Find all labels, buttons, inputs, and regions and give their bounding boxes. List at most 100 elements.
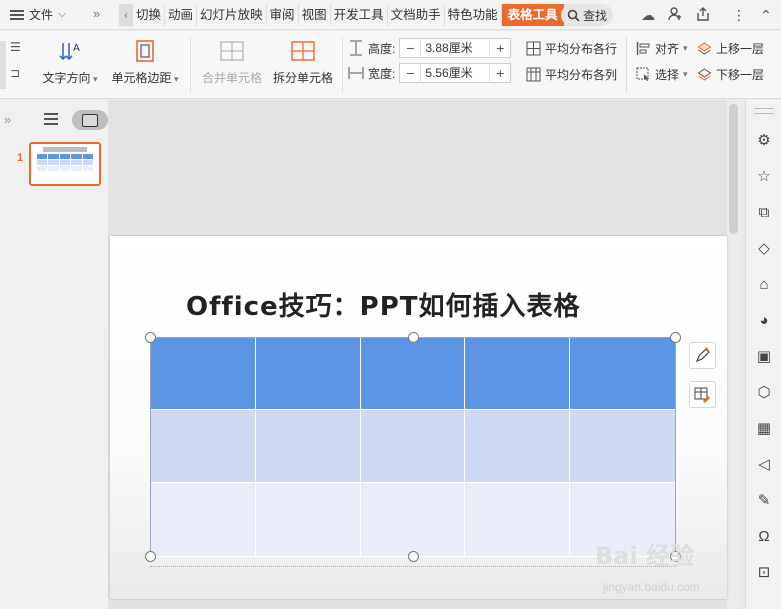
- height-decrease-button[interactable]: −: [400, 39, 420, 57]
- expand-tabs-icon[interactable]: »: [93, 6, 100, 21]
- table-cell[interactable]: [151, 410, 256, 483]
- resize-handle-top[interactable]: [408, 332, 419, 343]
- width-increase-button[interactable]: +: [490, 64, 510, 82]
- height-increase-button[interactable]: +: [490, 39, 510, 57]
- bring-forward-button[interactable]: 上移一层: [697, 40, 764, 57]
- tab-developer[interactable]: 开发工具: [331, 4, 388, 26]
- table-cell[interactable]: [255, 483, 361, 557]
- height-input[interactable]: 3.88厘米: [420, 39, 491, 57]
- table-cell[interactable]: [465, 483, 571, 557]
- hexagon-icon[interactable]: ⬡: [755, 384, 773, 402]
- palette-icon[interactable]: ◕: [755, 312, 773, 330]
- title-tab-bar: 文件 ⌵ » ‹ 切换 动画 幻灯片放映 审阅 视图 开发工具 文档助手 特色功…: [0, 0, 781, 30]
- expand-panel-icon[interactable]: »: [4, 112, 11, 127]
- table-header-cell[interactable]: [151, 338, 256, 410]
- tab-special-features[interactable]: 特色功能: [445, 4, 502, 26]
- ribbon-separator: [626, 37, 627, 93]
- distribute-cols-button[interactable]: 平均分布各列: [526, 66, 617, 83]
- edit-icon[interactable]: ✎: [755, 492, 773, 510]
- user-add-icon[interactable]: [666, 6, 684, 24]
- adjust-icon[interactable]: ⚙: [755, 132, 773, 150]
- tab-transitions[interactable]: 切换: [133, 4, 166, 26]
- search-button[interactable]: 查找: [561, 4, 613, 26]
- table-edit-button[interactable]: [689, 381, 716, 408]
- paragraph-icon[interactable]: ☰: [10, 40, 21, 54]
- omega-icon[interactable]: Ω: [755, 528, 773, 546]
- slide-thumbnail[interactable]: [29, 142, 101, 186]
- table-cell[interactable]: [255, 410, 361, 483]
- text-box-icon[interactable]: ⊐: [10, 66, 20, 80]
- search-icon: [567, 9, 580, 22]
- slide-panel: » 1: [0, 100, 109, 609]
- collapse-ribbon-icon[interactable]: ⌃: [757, 6, 775, 24]
- align-button[interactable]: 对齐 ▾: [636, 40, 688, 57]
- tab-scroll-left-icon[interactable]: ‹: [119, 4, 133, 26]
- caret-icon: ▾: [90, 74, 98, 84]
- tab-review[interactable]: 审阅: [267, 4, 299, 26]
- tab-slideshow[interactable]: 幻灯片放映: [197, 4, 267, 26]
- image-icon[interactable]: ▣: [755, 348, 773, 366]
- table-cell[interactable]: [570, 410, 675, 483]
- width-control: 宽度: − 5.56厘米 +: [348, 63, 512, 83]
- transition-icon[interactable]: ⧉: [755, 204, 773, 222]
- table-style-button[interactable]: [689, 342, 716, 369]
- slide-title[interactable]: Office技巧：PPT如何插入表格: [186, 286, 581, 323]
- merge-cells-button[interactable]: 合并单元格: [200, 39, 264, 86]
- table-header-cell[interactable]: [570, 338, 675, 410]
- thumbnail-title: [43, 147, 87, 152]
- table-icon[interactable]: ▦: [755, 420, 773, 438]
- outline-view-icon[interactable]: [44, 113, 58, 125]
- split-cells-button[interactable]: 拆分单元格: [271, 39, 335, 86]
- merge-cells-label: 合并单元格: [201, 71, 262, 85]
- table-cell[interactable]: [360, 483, 466, 557]
- more-options-icon[interactable]: ⋮: [730, 6, 748, 24]
- pen-icon: [695, 347, 710, 363]
- width-stepper[interactable]: − 5.56厘米 +: [399, 63, 512, 83]
- table-cell[interactable]: [360, 410, 466, 483]
- width-label: 宽度:: [368, 66, 396, 81]
- table-header-cell[interactable]: [255, 338, 361, 410]
- resize-handle-top-left[interactable]: [145, 332, 156, 343]
- distribute-rows-button[interactable]: 平均分布各行: [526, 40, 617, 57]
- table-cell[interactable]: [465, 410, 571, 483]
- file-menu-button[interactable]: 文件 ⌵: [10, 6, 66, 23]
- send-backward-button[interactable]: 下移一层: [697, 66, 764, 83]
- resize-handle-bottom-left[interactable]: [145, 551, 156, 562]
- table-header-cell[interactable]: [360, 338, 466, 410]
- table-header-cell[interactable]: [465, 338, 571, 410]
- vertical-scrollbar[interactable]: [727, 100, 740, 609]
- bring-forward-label: 上移一层: [716, 42, 765, 56]
- collapse-sidebar-icon[interactable]: [754, 108, 774, 114]
- share-icon[interactable]: [694, 6, 712, 24]
- scrollbar-thumb[interactable]: [729, 104, 738, 234]
- text-direction-button[interactable]: A 文字方向 ▾: [40, 39, 100, 86]
- select-button[interactable]: 选择 ▾: [636, 66, 688, 83]
- send-backward-label: 下移一层: [716, 68, 765, 82]
- tab-animation[interactable]: 动画: [165, 4, 198, 26]
- resize-handle-top-right[interactable]: [670, 332, 681, 343]
- shapes-icon[interactable]: ◇: [755, 240, 773, 258]
- tab-table-tools[interactable]: 表格工具: [501, 4, 565, 26]
- table-cell[interactable]: [151, 483, 256, 557]
- distribute-cols-icon: [526, 67, 541, 82]
- cell-margin-icon: [136, 40, 154, 62]
- ribbon-scroll-left[interactable]: [0, 41, 6, 89]
- height-stepper[interactable]: − 3.88厘米 +: [399, 38, 512, 58]
- thumbnail-view-icon[interactable]: [72, 110, 108, 130]
- animation-icon[interactable]: ⌂: [755, 276, 773, 294]
- width-decrease-button[interactable]: −: [400, 64, 420, 82]
- cloud-icon[interactable]: ☁: [639, 6, 657, 24]
- resize-handle-bottom[interactable]: [408, 551, 419, 562]
- cell-margin-button[interactable]: 单元格边距 ▾: [110, 39, 180, 86]
- tab-doc-assistant[interactable]: 文档助手: [388, 4, 445, 26]
- backup-icon[interactable]: ⊡: [755, 564, 773, 582]
- slide-table[interactable]: [150, 337, 676, 557]
- align-icon: [636, 42, 650, 55]
- height-icon: [350, 40, 362, 56]
- watermark-logo: Bai 经验: [595, 542, 695, 570]
- audio-icon[interactable]: ◁: [755, 456, 773, 474]
- caret-icon: ▾: [171, 74, 179, 84]
- tab-view[interactable]: 视图: [299, 4, 331, 26]
- star-icon[interactable]: ☆: [755, 168, 773, 186]
- width-input[interactable]: 5.56厘米: [420, 64, 491, 82]
